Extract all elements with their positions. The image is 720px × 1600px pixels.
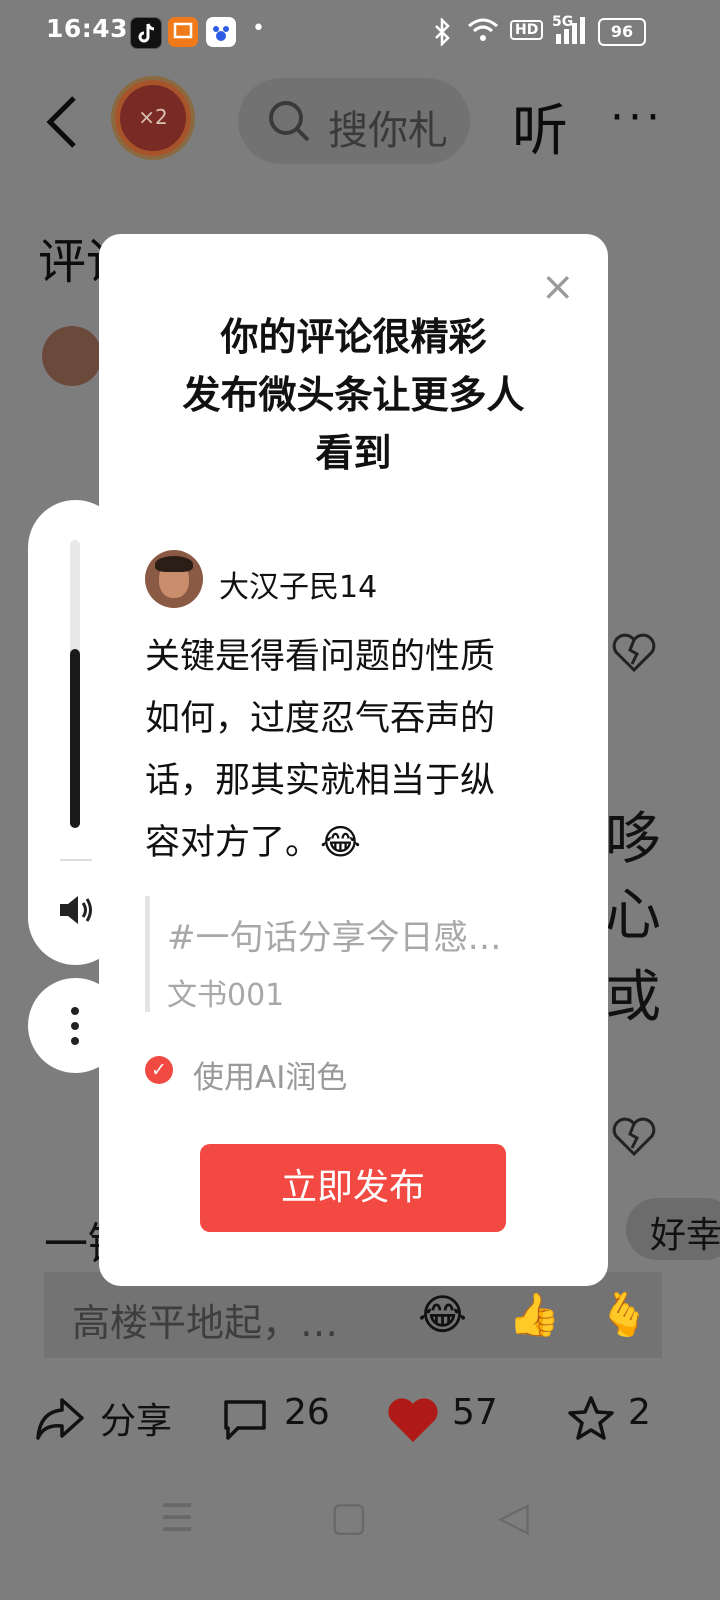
comment-text: 关键是得看问题的性质 如何，过度忍气吞声的 话，那其实就相当于纵 容对方了。😂 — [145, 626, 585, 874]
quick-reply-chip[interactable]: 好幸 — [626, 1198, 720, 1260]
comment-line: 如何，过度忍气吞声的 — [145, 699, 496, 739]
avatar-hair — [155, 556, 193, 572]
like-heart-icon[interactable] — [386, 1394, 440, 1453]
bg-text-fragment: 或 — [605, 965, 661, 1030]
search-placeholder: 搜你札 — [328, 108, 448, 154]
hd-icon: HD — [510, 20, 544, 40]
back-arrow-icon[interactable] — [38, 92, 92, 152]
menu-nav-icon[interactable]: ☰ — [160, 1496, 194, 1540]
close-icon[interactable]: × — [541, 264, 575, 310]
finger-heart-emoji-button[interactable]: 🫰 — [598, 1290, 650, 1340]
baidu-icon — [206, 17, 236, 47]
topic-tag[interactable]: #一句话分享今日感… — [167, 910, 502, 959]
back-nav-icon[interactable]: ◁ — [498, 1494, 529, 1540]
toutiao-lite-icon — [168, 17, 198, 47]
home-nav-icon[interactable]: ▢ — [330, 1494, 368, 1540]
quick-reply-label: 好幸 — [650, 1215, 720, 1256]
comment-count: 26 — [284, 1392, 330, 1433]
wifi-icon — [466, 16, 500, 50]
thumbs-up-emoji-button[interactable]: 👍 — [508, 1290, 560, 1340]
quote-bar — [145, 896, 150, 1012]
battery-icon: 96 — [598, 18, 646, 46]
comment-line: 话，那其实就相当于纵 — [145, 761, 496, 801]
bg-text-fragment: 哆 — [605, 807, 661, 872]
douyin-icon — [130, 17, 162, 49]
ai-polish-checkbox[interactable]: ✓ — [145, 1056, 173, 1084]
headline-line: 看到 — [315, 431, 392, 475]
laughing-emoji-button[interactable]: 😂 — [418, 1290, 467, 1339]
headline-line: 你的评论很精彩 — [220, 315, 487, 359]
favorite-count: 2 — [628, 1392, 651, 1433]
star-icon[interactable] — [566, 1394, 616, 1451]
username: 大汉子民14 — [219, 570, 378, 605]
publish-now-button[interactable]: 立即发布 — [200, 1144, 506, 1232]
share-icon[interactable] — [34, 1394, 86, 1451]
comment-line: 容对方了。😂 — [145, 823, 361, 863]
listen-button[interactable]: 听 — [512, 86, 568, 167]
broken-heart-icon[interactable] — [612, 632, 656, 681]
bg-avatar — [42, 326, 102, 386]
comment-input-placeholder: 高楼平地起，… — [72, 1301, 339, 1345]
article-author: 文书001 — [167, 978, 285, 1013]
status-bar: 16:43 • HD 5G 96 — [0, 0, 720, 64]
reward-multiplier: ×2 — [138, 105, 168, 129]
red-packet-reward-button[interactable]: ×2 — [115, 80, 191, 156]
broken-heart-icon[interactable] — [612, 1116, 656, 1165]
search-input[interactable]: 搜你札 — [238, 78, 470, 164]
comment-line: 关键是得看问题的性质 — [145, 637, 496, 677]
ai-polish-label[interactable]: 使用AI润色 — [193, 1052, 347, 1097]
volume-divider — [60, 859, 92, 861]
bluetooth-icon — [432, 16, 452, 52]
headline-line: 发布微头条让更多人 — [182, 373, 525, 417]
avatar — [145, 550, 203, 608]
more-options-button[interactable]: ··· — [610, 92, 664, 143]
dialog-headline: 你的评论很精彩 发布微头条让更多人 看到 — [99, 308, 608, 482]
volume-slider-fill[interactable] — [70, 649, 80, 828]
bg-text-fragment: 心 — [605, 883, 661, 948]
status-time: 16:43 — [46, 14, 129, 43]
like-count: 57 — [452, 1392, 498, 1433]
battery-level: 96 — [610, 22, 634, 41]
search-icon — [269, 101, 310, 142]
share-label[interactable]: 分享 — [100, 1392, 172, 1444]
speaker-icon[interactable] — [56, 890, 96, 934]
vertical-dots-icon — [71, 1007, 79, 1045]
publish-prompt-dialog: × 你的评论很精彩 发布微头条让更多人 看到 大汉子民14 关键是得看问题的性质… — [99, 234, 608, 1286]
comment-icon[interactable] — [220, 1396, 270, 1451]
notification-dot: • — [252, 16, 265, 41]
